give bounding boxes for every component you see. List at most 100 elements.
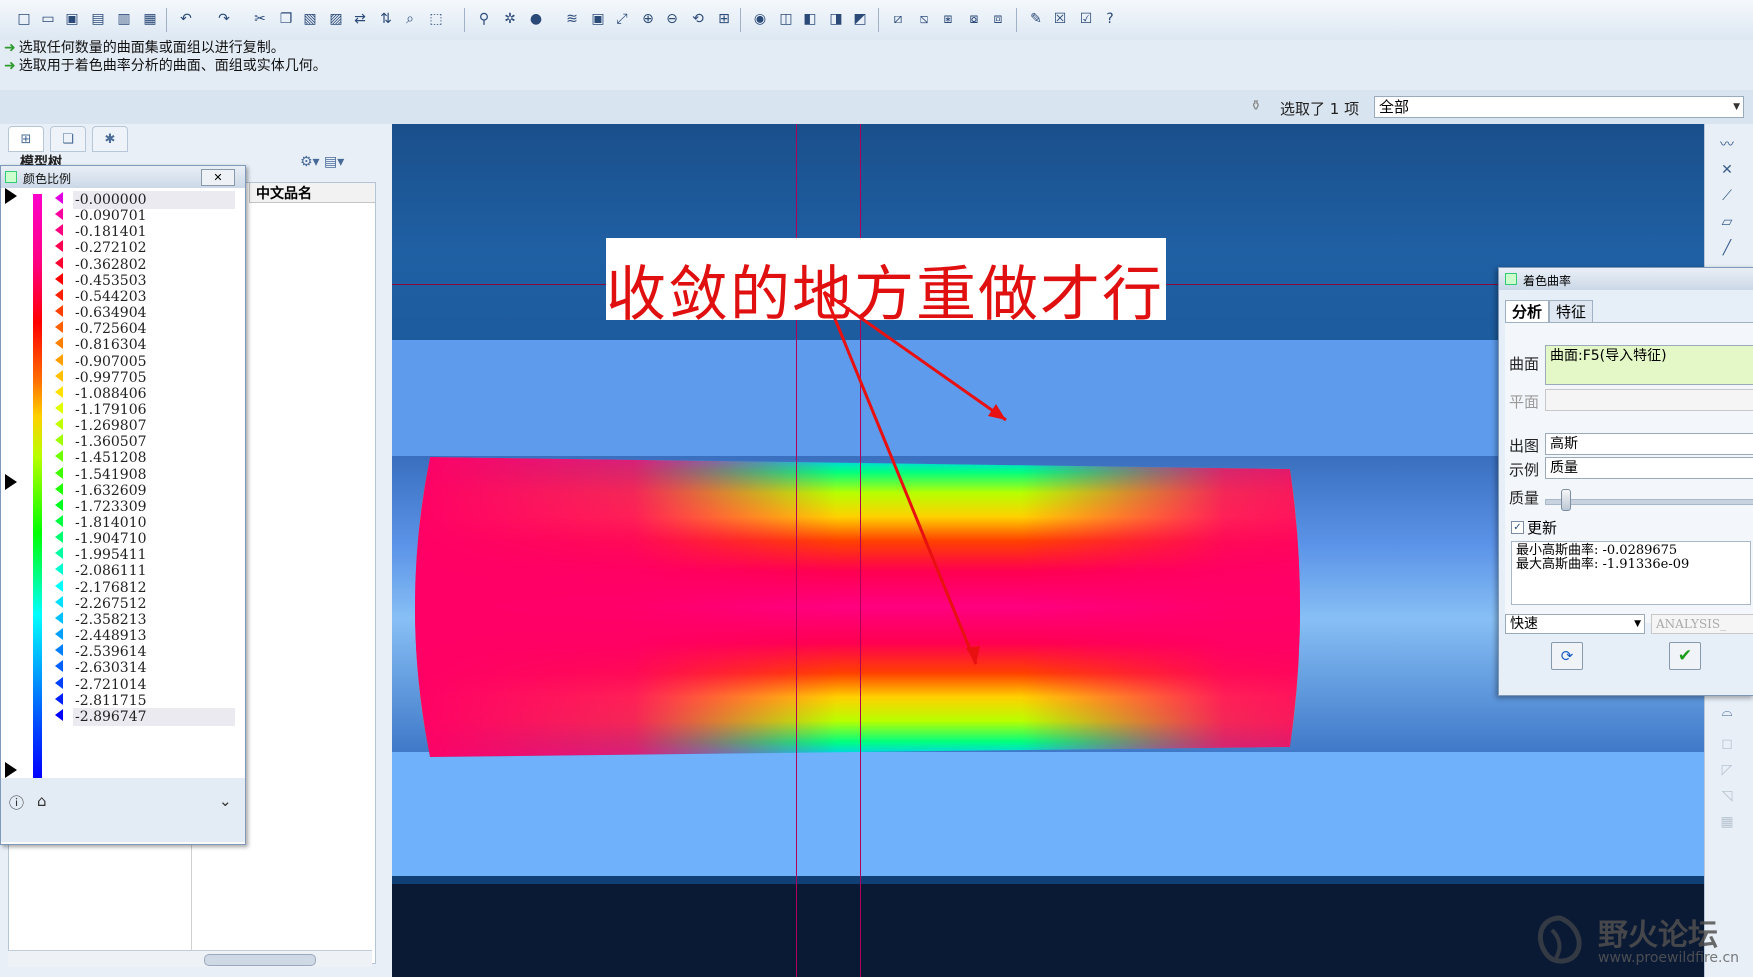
csys-display-icon[interactable]: ⧇ xyxy=(964,9,984,29)
tab-folder-icon[interactable]: ❏ xyxy=(50,126,86,152)
scale-marker-mid[interactable] xyxy=(5,474,17,490)
analysis-panel: 曲面 曲面:F5(导入特征) 平面 出图 高斯 示例 质量 质量 ✓ 更新 最小… xyxy=(1505,322,1753,670)
filter-icon: ⚱ xyxy=(1250,98,1262,114)
regenerate-icon[interactable]: ⇄ xyxy=(350,9,370,29)
quality-slider-thumb[interactable] xyxy=(1561,489,1571,511)
plot-type-select[interactable]: 高斯 xyxy=(1545,433,1753,455)
window-icon xyxy=(5,171,17,183)
curve-icon[interactable]: ╱ xyxy=(1717,238,1737,258)
no-hidden-icon[interactable]: ◨ xyxy=(826,9,846,29)
horizontal-scrollbar[interactable] xyxy=(8,950,372,967)
help-icon[interactable]: ? xyxy=(1100,9,1120,29)
print-icon[interactable]: ▦ xyxy=(140,9,160,29)
datum-axis-icon[interactable]: ⚲ xyxy=(474,9,494,29)
color-scale-value: -2.896747 xyxy=(73,707,235,726)
color-tick-icon xyxy=(55,498,63,511)
axis-icon[interactable]: ⟋ xyxy=(1717,186,1737,206)
scrollbar-thumb[interactable] xyxy=(204,954,316,966)
point-display-icon[interactable]: ⧆ xyxy=(938,9,958,29)
expand-icon[interactable]: ⌄ xyxy=(219,792,232,810)
repeat-analysis-button[interactable]: ⟳ xyxy=(1551,642,1583,670)
view-manager-icon[interactable]: ▣ xyxy=(588,9,608,29)
new-file-icon[interactable]: □ xyxy=(14,9,34,29)
undo-icon[interactable]: ↶ xyxy=(176,9,196,29)
tree-settings-icon[interactable]: ⚙▾ ▤▾ xyxy=(300,154,344,170)
paste-special-icon[interactable]: ▨ xyxy=(326,9,346,29)
forum-watermark: 野火论坛 www.proewildfire.cn xyxy=(1530,906,1753,976)
navigator-tabs: ⊞ ❏ ✱ xyxy=(4,126,384,152)
color-tick-icon xyxy=(55,418,63,431)
datum-point-icon[interactable]: ✲ xyxy=(500,9,520,29)
min-curvature-result: 最小高斯曲率: -0.0289675 xyxy=(1516,543,1678,558)
redo-icon[interactable]: ↷ xyxy=(214,9,234,29)
analysis-name-field[interactable]: ANALYSIS_ xyxy=(1651,614,1753,634)
surface-collector[interactable]: 曲面:F5(导入特征) xyxy=(1545,345,1753,385)
info-icon[interactable]: ⓘ xyxy=(9,792,24,813)
color-tick-icon xyxy=(55,547,63,560)
selection-filter-select[interactable]: 全部 ▼ xyxy=(1374,96,1744,118)
zoom-in-icon[interactable]: ⊕ xyxy=(638,9,658,29)
shade-icon[interactable]: ● xyxy=(526,9,546,29)
quality-label: 质量 xyxy=(1509,489,1540,507)
save-copy-icon[interactable]: ▤ xyxy=(88,9,108,29)
close-button[interactable]: ✕ xyxy=(201,169,235,186)
message-line: ➜ 选取任何数量的曲面集或面组以进行复制。 xyxy=(4,40,285,56)
color-scale-footer: ⓘ ⌂ ⌄ xyxy=(1,778,245,842)
zoom-out-icon[interactable]: ⊖ xyxy=(662,9,682,29)
cut-icon[interactable]: ✂ xyxy=(250,9,270,29)
selection-count: 选取了 1 项 xyxy=(1280,100,1360,118)
select-box-icon[interactable]: ⬚ xyxy=(426,9,446,29)
datum-planes-icon[interactable]: ⧄ xyxy=(888,9,908,29)
appearance-icon[interactable]: ◉ xyxy=(750,9,770,29)
orient-icon[interactable]: ⟲ xyxy=(688,9,708,29)
saved-views-icon[interactable]: ⊞ xyxy=(714,9,734,29)
color-tick-icon xyxy=(55,369,63,382)
plane-icon[interactable]: ▱ xyxy=(1717,212,1737,232)
tab-feature[interactable]: 特征 xyxy=(1549,300,1594,323)
mirror-icon: ◸ xyxy=(1721,762,1733,778)
color-tick-icon xyxy=(55,401,63,414)
rib-icon[interactable]: ⌓ xyxy=(1717,702,1737,722)
paste-icon[interactable]: ▧ xyxy=(300,9,320,29)
find-icon[interactable]: ⌕ xyxy=(400,9,420,29)
tab-favorites-icon[interactable]: ✱ xyxy=(92,126,128,152)
tree-column-header[interactable]: 中文品名 xyxy=(249,183,375,203)
color-tick-icon xyxy=(55,434,63,447)
layers-icon[interactable]: ≋ xyxy=(562,9,582,29)
color-tick-icon xyxy=(55,595,63,608)
color-tick-icon xyxy=(55,579,63,592)
wireframe-icon[interactable]: ◫ xyxy=(776,9,796,29)
compute-mode-select[interactable]: 快速 ▼ xyxy=(1505,614,1645,634)
close-window-icon[interactable]: ☒ xyxy=(1050,9,1070,29)
copy-icon[interactable]: ❐ xyxy=(276,9,296,29)
color-tick-icon xyxy=(55,272,63,285)
sketch-icon[interactable]: ✎ xyxy=(1026,9,1046,29)
refit-icon[interactable]: ⤢ xyxy=(612,9,632,29)
annotation-display-icon[interactable]: ⧈ xyxy=(988,9,1008,29)
quality-slider-track[interactable] xyxy=(1545,499,1753,505)
open-folder-icon[interactable]: ▭ xyxy=(38,9,58,29)
datum-axes-icon[interactable]: ⧅ xyxy=(914,9,934,29)
hidden-line-icon[interactable]: ◧ xyxy=(800,9,820,29)
home-icon[interactable]: ⌂ xyxy=(37,792,47,810)
scale-marker-top[interactable] xyxy=(5,188,17,204)
tab-model-tree-icon[interactable]: ⊞ xyxy=(8,126,44,152)
ok-button[interactable]: ✔ xyxy=(1669,642,1701,670)
datum-point-icon[interactable]: ✕ xyxy=(1717,160,1737,180)
window-icon xyxy=(1505,273,1517,285)
update-checkbox[interactable]: ✓ xyxy=(1511,521,1524,534)
color-tick-icon xyxy=(55,305,63,318)
color-tick-icon xyxy=(55,385,63,398)
color-tick-icon xyxy=(55,708,63,721)
scale-marker-bottom[interactable] xyxy=(5,762,17,778)
regen-manager-icon[interactable]: ⇅ xyxy=(376,9,396,29)
color-scale-window: 颜色比例 ✕ -0.000000 -0.090701 -0.181401 -0.272… xyxy=(0,165,246,845)
display-select[interactable]: 质量 xyxy=(1545,457,1753,479)
save-icon[interactable]: ▣ xyxy=(62,9,82,29)
color-tick-icon xyxy=(55,660,63,673)
tab-analysis[interactable]: 分析 xyxy=(1505,300,1550,323)
shading-mode-icon[interactable]: ◩ xyxy=(850,9,870,29)
window-activate-icon[interactable]: ☑ xyxy=(1076,9,1096,29)
backup-icon[interactable]: ▥ xyxy=(114,9,134,29)
sketch-curve-icon[interactable]: 〰 xyxy=(1717,134,1737,154)
